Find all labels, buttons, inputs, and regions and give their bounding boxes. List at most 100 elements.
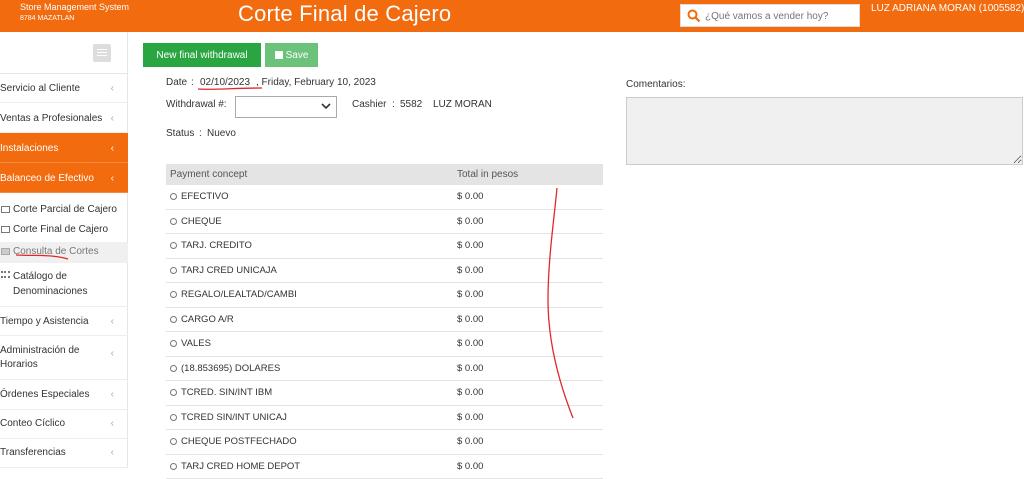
chevron-down-icon bbox=[321, 101, 331, 111]
sidebar: Servicio al Cliente ‹ Ventas a Profesion… bbox=[0, 32, 128, 468]
card-icon bbox=[1, 226, 10, 233]
payment-total: $ 0.00 bbox=[457, 338, 483, 349]
payment-total: $ 0.00 bbox=[457, 363, 483, 374]
table-row[interactable]: CHEQUE $ 0.00 bbox=[166, 210, 603, 235]
sidebar-item-instalaciones[interactable]: Instalaciones ‹ bbox=[0, 133, 128, 163]
table-row[interactable]: REGALO/LEALTAD/CAMBI$ 0.00 bbox=[166, 283, 603, 308]
row-radio[interactable] bbox=[170, 316, 177, 323]
payment-concept: EFECTIVO bbox=[181, 191, 229, 202]
payment-concept: CHEQUE POSTFECHADO bbox=[181, 436, 297, 447]
card-icon bbox=[1, 206, 10, 213]
save-button[interactable]: Save bbox=[265, 43, 318, 67]
sidebar-item-servicio-cliente[interactable]: Servicio al Cliente ‹ bbox=[0, 74, 128, 103]
sidebar-subitem-corte-parcial[interactable]: Corte Parcial de Cajero bbox=[0, 201, 128, 221]
date-label: Date bbox=[166, 77, 187, 88]
chevron-left-icon: ‹ bbox=[111, 83, 114, 94]
date-underline-annotation bbox=[198, 88, 262, 89]
row-radio[interactable] bbox=[170, 340, 177, 347]
payment-total: $ 0.00 bbox=[457, 387, 483, 398]
new-final-withdrawal-button[interactable]: New final withdrawal bbox=[143, 43, 261, 67]
chevron-left-icon: ‹ bbox=[111, 418, 114, 429]
sidebar-item-administracion-horarios[interactable]: Administración de Horarios ‹ bbox=[0, 336, 128, 380]
list-icon bbox=[1, 271, 10, 278]
row-radio[interactable] bbox=[170, 438, 177, 445]
save-button-label: Save bbox=[286, 50, 309, 61]
menu-toggle-button[interactable] bbox=[93, 44, 111, 62]
chevron-left-icon: ‹ bbox=[111, 143, 114, 154]
table-row[interactable]: VALES $ 0.00 bbox=[166, 332, 603, 357]
payment-concept: TCRED SIN/INT UNICAJ bbox=[181, 412, 287, 423]
status-separator: : bbox=[199, 128, 202, 139]
sidebar-item-ordenes-especiales[interactable]: Órdenes Especiales ‹ bbox=[0, 380, 128, 410]
sidebar-item-transferencias[interactable]: Transferencias ‹ bbox=[0, 439, 128, 468]
sidebar-toggle-area bbox=[0, 32, 128, 74]
header-payment-concept: Payment concept bbox=[170, 169, 247, 180]
top-bar: Store Management System 8784 MAZATLAN Co… bbox=[0, 0, 1024, 32]
user-name[interactable]: LUZ ADRIANA MORAN (1005582) bbox=[871, 3, 1024, 14]
status-value: Nuevo bbox=[207, 128, 236, 139]
payment-total: $ 0.00 bbox=[457, 240, 483, 251]
comments-label: Comentarios: bbox=[626, 79, 685, 90]
chevron-left-icon: ‹ bbox=[111, 316, 114, 327]
store-name: 8784 MAZATLAN bbox=[20, 13, 129, 24]
table-header: Payment concept Total in pesos bbox=[166, 164, 603, 185]
table-row[interactable]: CHEQUE POSTFECHADO $ 0.00 bbox=[166, 430, 603, 455]
chevron-left-icon: ‹ bbox=[111, 113, 114, 124]
row-radio[interactable] bbox=[170, 242, 177, 249]
chevron-left-icon: ‹ bbox=[111, 173, 114, 184]
list-icon bbox=[1, 248, 10, 255]
sidebar-subitem-catalogo-denominaciones[interactable]: Catálogo de Denominaciones bbox=[0, 266, 128, 298]
table-row[interactable]: (18.853695) DOLARES $ 0.00 bbox=[166, 357, 603, 382]
cashier-label: Cashier bbox=[352, 99, 386, 110]
payment-concept: (18.853695) DOLARES bbox=[181, 363, 280, 374]
date-separator: : bbox=[191, 77, 194, 88]
table-row[interactable]: TARJ. CREDITO $ 0.00 bbox=[166, 234, 603, 259]
search-input[interactable] bbox=[705, 8, 855, 24]
sidebar-subitem-consulta-cortes[interactable]: Consulta de Cortes bbox=[0, 242, 128, 263]
search-box[interactable] bbox=[680, 4, 860, 27]
row-radio[interactable] bbox=[170, 291, 177, 298]
chevron-left-icon: ‹ bbox=[111, 348, 114, 359]
cashier-id: 5582 bbox=[400, 99, 422, 110]
comments-textarea[interactable] bbox=[626, 97, 1023, 165]
withdrawal-select[interactable] bbox=[235, 96, 337, 118]
payment-total: $ 0.00 bbox=[457, 265, 483, 276]
table-row[interactable]: EFECTIVO$ 0.00 bbox=[166, 185, 603, 210]
date-long: , Friday, February 10, 2023 bbox=[256, 77, 376, 88]
header-total: Total in pesos bbox=[457, 169, 518, 180]
payment-total: $ 0.00 bbox=[457, 461, 483, 472]
payment-total: $ 0.00 bbox=[457, 314, 483, 325]
date-value: 02/10/2023 bbox=[200, 77, 250, 88]
page-title: Corte Final de Cajero bbox=[238, 1, 451, 27]
sidebar-item-ventas-profesionales[interactable]: Ventas a Profesionales ‹ bbox=[0, 103, 128, 133]
row-radio[interactable] bbox=[170, 218, 177, 225]
payment-concept: VALES bbox=[181, 338, 211, 349]
row-radio[interactable] bbox=[170, 414, 177, 421]
table-row[interactable]: TCRED SIN/INT UNICAJ$ 0.00 bbox=[166, 406, 603, 431]
table-row[interactable]: TARJ CRED HOME DEPOT $ 0.00 bbox=[166, 455, 603, 479]
row-radio[interactable] bbox=[170, 267, 177, 274]
status-label: Status bbox=[166, 128, 194, 139]
cashier-name: LUZ MORAN bbox=[433, 99, 492, 110]
row-radio[interactable] bbox=[170, 463, 177, 470]
chevron-left-icon: ‹ bbox=[111, 447, 114, 458]
payment-total: $ 0.00 bbox=[457, 436, 483, 447]
payment-concept: TARJ CRED UNICAJA bbox=[181, 265, 277, 276]
table-row[interactable]: TARJ CRED UNICAJA $ 0.00 bbox=[166, 259, 603, 284]
sidebar-item-tiempo-asistencia[interactable]: Tiempo y Asistencia ‹ bbox=[0, 306, 128, 336]
payment-concept: TARJ CRED HOME DEPOT bbox=[181, 461, 300, 472]
brand-name: Store Management System bbox=[20, 2, 129, 13]
payment-concept: CARGO A/R bbox=[181, 314, 234, 325]
sidebar-item-balanceo-efectivo[interactable]: Balanceo de Efectivo ‹ bbox=[0, 163, 128, 193]
table-row[interactable]: CARGO A/R $ 0.00 bbox=[166, 308, 603, 333]
payment-total: $ 0.00 bbox=[457, 216, 483, 227]
table-row[interactable]: TCRED. SIN/INT IBM$ 0.00 bbox=[166, 381, 603, 406]
sidebar-subitem-corte-final[interactable]: Corte Final de Cajero bbox=[0, 221, 128, 241]
row-radio[interactable] bbox=[170, 389, 177, 396]
payment-concept: CHEQUE bbox=[181, 216, 222, 227]
save-icon bbox=[275, 51, 283, 59]
payment-concept: TARJ. CREDITO bbox=[181, 240, 252, 251]
sidebar-item-conteo-ciclico[interactable]: Conteo Cíclico ‹ bbox=[0, 410, 128, 439]
row-radio[interactable] bbox=[170, 193, 177, 200]
row-radio[interactable] bbox=[170, 365, 177, 372]
